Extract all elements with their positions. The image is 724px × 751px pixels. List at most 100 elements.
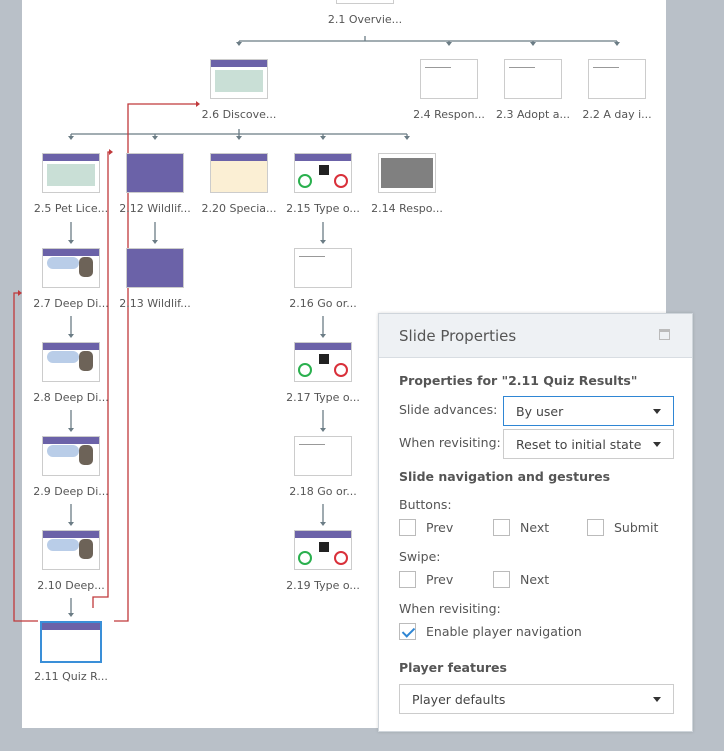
thumbnail-graphic: [47, 445, 79, 457]
slide-node[interactable]: 2.13 Wildlif...: [113, 248, 197, 310]
next-button-checkbox[interactable]: Next: [493, 519, 549, 536]
slide-node[interactable]: 2.18 Go or...: [281, 436, 365, 498]
checkbox[interactable]: [587, 519, 604, 536]
player-features-dropdown[interactable]: Player defaults: [399, 684, 674, 714]
slide-node[interactable]: 2.14 Respo...: [365, 153, 449, 215]
slide-node[interactable]: 2.16 Go or...: [281, 248, 365, 310]
slide-node[interactable]: 2.11 Quiz R...: [29, 621, 113, 683]
slide-thumbnail[interactable]: [42, 248, 100, 288]
thumbnail-graphic: [79, 257, 93, 277]
slide-thumbnail[interactable]: [294, 342, 352, 382]
thumbnail-graphic: [319, 165, 329, 175]
slide-label: 2.19 Type o...: [286, 579, 360, 592]
slide-node[interactable]: 2.9 Deep Di...: [29, 436, 113, 498]
thumbnail-graphic: [295, 343, 351, 350]
slide-advances-value: By user: [516, 404, 564, 419]
slide-thumbnail[interactable]: [378, 153, 436, 193]
thumbnail-graphic: [298, 551, 312, 565]
thumbnail-graphic: [298, 363, 312, 377]
slide-thumbnail[interactable]: [126, 248, 184, 288]
chevron-down-icon: [653, 442, 661, 447]
when-revisiting-dropdown[interactable]: Reset to initial state: [503, 429, 674, 459]
checkbox-label: Next: [520, 520, 550, 535]
slide-thumbnail[interactable]: [294, 436, 352, 476]
slide-advances-dropdown[interactable]: By user: [503, 396, 674, 426]
slide-node[interactable]: 2.20 Specia...: [197, 153, 281, 215]
slide-thumbnail[interactable]: [294, 530, 352, 570]
slide-node[interactable]: 2.17 Type o...: [281, 342, 365, 404]
slide-thumbnail[interactable]: [126, 153, 184, 193]
slide-label: 2.16 Go or...: [289, 297, 357, 310]
slide-node[interactable]: 2.15 Type o...: [281, 153, 365, 215]
thumbnail-graphic: [295, 154, 351, 161]
thumbnail-graphic: [593, 67, 619, 68]
slide-label: 2.9 Deep Di...: [33, 485, 109, 498]
slide-label: 2.13 Wildlif...: [119, 297, 191, 310]
slide-label: 2.11 Quiz R...: [34, 670, 108, 683]
checkmark-icon[interactable]: [399, 623, 416, 640]
player-features-value: Player defaults: [412, 692, 506, 707]
properties-for-heading: Properties for "2.11 Quiz Results": [399, 373, 638, 388]
slide-node[interactable]: 2.10 Deep...: [29, 530, 113, 592]
checkbox[interactable]: [399, 571, 416, 588]
swipe-next-checkbox[interactable]: Next: [493, 571, 549, 588]
slide-thumbnail[interactable]: [42, 530, 100, 570]
slide-label: 2.20 Specia...: [201, 202, 277, 215]
thumbnail-graphic: [211, 60, 267, 67]
slide-thumbnail[interactable]: [40, 621, 102, 663]
player-features-heading: Player features: [399, 660, 507, 675]
submit-button-checkbox[interactable]: Submit: [587, 519, 658, 536]
slide-thumbnail[interactable]: [336, 0, 394, 4]
checkbox[interactable]: [399, 519, 416, 536]
slide-thumbnail[interactable]: [42, 436, 100, 476]
thumbnail-graphic: [299, 256, 325, 257]
slide-node[interactable]: 2.5 Pet Lice...: [29, 153, 113, 215]
slide-node[interactable]: 2.19 Type o...: [281, 530, 365, 592]
checkbox[interactable]: [493, 571, 510, 588]
thumbnail-graphic: [509, 67, 535, 68]
slide-node-2-1[interactable]: 2.1 Overvie...: [323, 0, 407, 26]
slide-node[interactable]: 2.6 Discove...: [197, 59, 281, 121]
slide-thumbnail[interactable]: [504, 59, 562, 99]
slide-node[interactable]: 2.2 A day i...: [575, 59, 659, 121]
slide-thumbnail[interactable]: [420, 59, 478, 99]
slide-node[interactable]: 2.12 Wildlif...: [113, 153, 197, 215]
slide-thumbnail[interactable]: [588, 59, 646, 99]
navigation-heading: Slide navigation and gestures: [399, 469, 611, 484]
slide-node[interactable]: 2.7 Deep Di...: [29, 248, 113, 310]
checkbox-label: Submit: [614, 520, 659, 535]
slide-thumbnail[interactable]: [294, 153, 352, 193]
revisiting-label: When revisiting:: [399, 601, 501, 616]
thumbnail-graphic: [47, 164, 95, 186]
slide-thumbnail[interactable]: [210, 153, 268, 193]
slide-thumbnail[interactable]: [294, 248, 352, 288]
slide-advances-label: Slide advances:: [399, 402, 498, 417]
slide-node[interactable]: 2.3 Adopt a...: [491, 59, 575, 121]
thumbnail-graphic: [211, 154, 267, 161]
slide-label: 2.12 Wildlif...: [119, 202, 191, 215]
slide-label: 2.18 Go or...: [289, 485, 357, 498]
slide-node[interactable]: 2.4 Respon...: [407, 59, 491, 121]
slide-thumbnail[interactable]: [42, 342, 100, 382]
thumbnail-graphic: [334, 551, 348, 565]
thumbnail-graphic: [298, 174, 312, 188]
thumbnail-graphic: [47, 539, 79, 551]
thumbnail-graphic: [319, 354, 329, 364]
thumbnail-graphic: [43, 343, 99, 350]
enable-player-navigation-checkbox[interactable]: Enable player navigation: [399, 623, 582, 640]
prev-button-checkbox[interactable]: Prev: [399, 519, 453, 536]
restore-window-icon[interactable]: [659, 329, 670, 340]
thumbnail-graphic: [334, 174, 348, 188]
slide-node[interactable]: 2.8 Deep Di...: [29, 342, 113, 404]
slide-label: 2.5 Pet Lice...: [33, 202, 109, 215]
slide-label: 2.14 Respo...: [371, 202, 443, 215]
swipe-prev-checkbox[interactable]: Prev: [399, 571, 453, 588]
slide-label: 2.3 Adopt a...: [495, 108, 571, 121]
thumbnail-graphic: [295, 531, 351, 538]
thumbnail-graphic: [425, 67, 451, 68]
checkbox[interactable]: [493, 519, 510, 536]
slide-thumbnail[interactable]: [210, 59, 268, 99]
slide-label: 2.10 Deep...: [37, 579, 105, 592]
chevron-down-icon: [653, 409, 661, 414]
slide-thumbnail[interactable]: [42, 153, 100, 193]
